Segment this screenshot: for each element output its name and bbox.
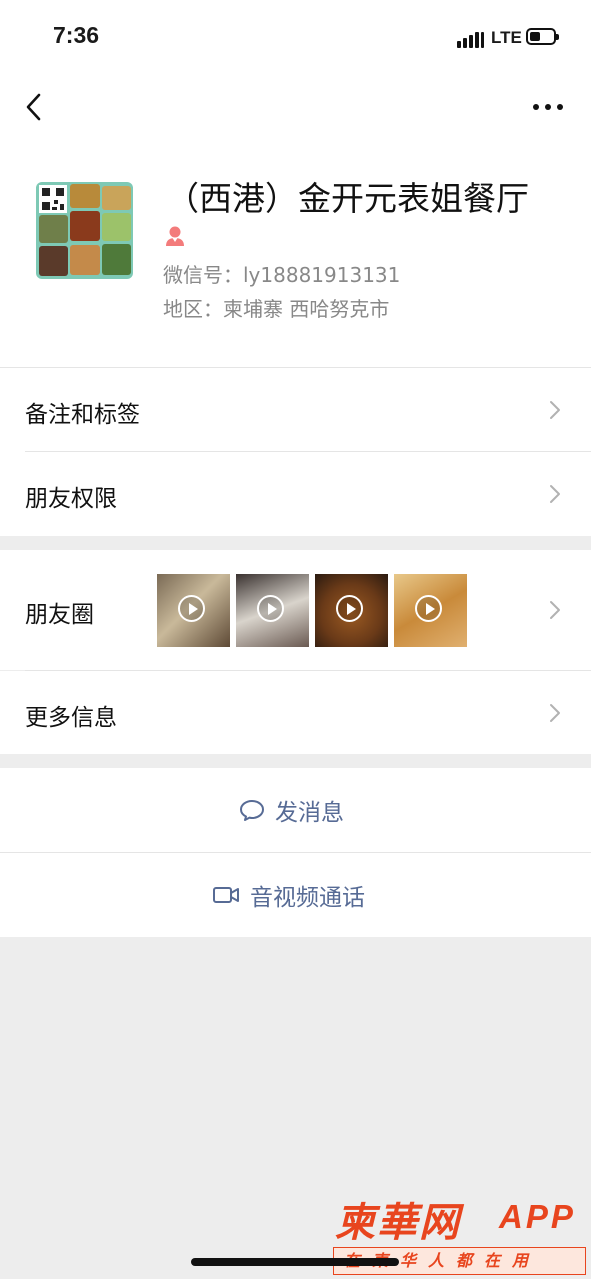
play-icon <box>257 595 284 622</box>
video-call-label: 音视频通话 <box>250 885 365 911</box>
video-call-button[interactable]: 音视频通话 <box>0 853 591 937</box>
chevron-left-icon[interactable] <box>22 90 46 124</box>
friend-permissions-row[interactable]: 朋友权限 <box>0 452 591 536</box>
moments-label: 朋友圈 <box>25 602 94 628</box>
send-message-label: 发消息 <box>275 800 344 826</box>
moment-video-thumbnail[interactable] <box>236 574 309 647</box>
signal-bars-icon <box>457 28 485 48</box>
moment-video-thumbnail[interactable] <box>315 574 388 647</box>
contact-name: （西港）金开元表姐餐厅 <box>166 179 529 218</box>
profile-header: （西港）金开元表姐餐厅 微信号：ly18881913131 地区：柬埔寨 西哈努… <box>0 142 591 367</box>
moment-video-thumbnail[interactable] <box>394 574 467 647</box>
chevron-right-icon <box>550 601 560 619</box>
watermark-app: APP <box>499 1198 576 1235</box>
play-icon <box>415 595 442 622</box>
send-message-button[interactable]: 发消息 <box>0 768 591 852</box>
home-indicator <box>191 1258 399 1266</box>
moments-row[interactable]: 朋友圈 <box>0 550 591 670</box>
status-time: 7:36 <box>53 22 100 48</box>
chevron-right-icon <box>550 485 560 503</box>
remarks-tags-row[interactable]: 备注和标签 <box>0 367 591 452</box>
play-icon <box>178 595 205 622</box>
video-camera-icon <box>213 887 239 903</box>
battery-icon <box>526 28 559 45</box>
moment-video-thumbnail[interactable] <box>157 574 230 647</box>
ellipsis-icon[interactable] <box>530 96 566 116</box>
network-type: LTE <box>491 28 522 47</box>
avatar[interactable] <box>36 182 133 279</box>
watermark-brand: 柬華网 <box>335 1200 461 1246</box>
region: 地区：柬埔寨 西哈努克市 <box>163 297 390 321</box>
more-info-label: 更多信息 <box>25 705 117 731</box>
nav-bar <box>0 72 591 142</box>
friend-permissions-label: 朋友权限 <box>25 486 117 512</box>
chevron-right-icon <box>550 704 560 722</box>
chevron-right-icon <box>550 401 560 419</box>
qr-code-icon <box>39 185 67 213</box>
remarks-tags-label: 备注和标签 <box>25 402 140 428</box>
play-icon <box>336 595 363 622</box>
chat-bubble-icon <box>240 800 264 821</box>
status-bar: 7:36 LTE <box>0 0 591 72</box>
more-info-row[interactable]: 更多信息 <box>0 671 591 754</box>
female-person-icon <box>166 226 184 246</box>
wechat-id: 微信号：ly18881913131 <box>163 263 401 287</box>
